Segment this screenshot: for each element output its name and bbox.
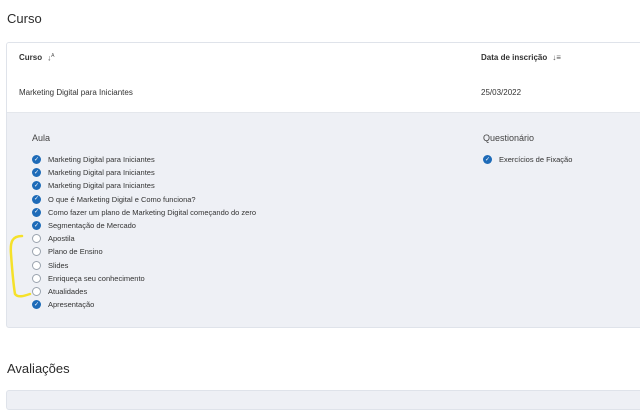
lesson-label: Atualidades: [48, 286, 88, 296]
check-circle-icon: ✓: [32, 181, 41, 191]
lesson-label: O que é Marketing Digital e Como funcion…: [48, 194, 196, 204]
table-header: Curso ↓A Data de inscrição ↓≡: [7, 43, 640, 74]
list-item[interactable]: ✓ Apresentação: [32, 298, 452, 311]
course-name-cell: Marketing Digital para Iniciantes: [19, 88, 133, 97]
check-circle-icon: ✓: [32, 194, 41, 204]
check-circle-icon: ✓: [483, 155, 492, 165]
list-item[interactable]: Enriqueça seu conhecimento: [32, 272, 452, 285]
list-item[interactable]: ✓ Marketing Digital para Iniciantes: [32, 153, 452, 166]
table-row[interactable]: Marketing Digital para Iniciantes 25/03/…: [7, 73, 640, 113]
lesson-label: Segmentação de Mercado: [48, 221, 136, 231]
list-item[interactable]: Atualidades: [32, 285, 452, 298]
list-item[interactable]: ✓ Marketing Digital para Iniciantes: [32, 179, 452, 192]
lesson-label: Marketing Digital para Iniciantes: [48, 155, 155, 165]
sort-ascending-icon[interactable]: ↓A: [47, 53, 54, 63]
lesson-label: Slides: [48, 260, 69, 270]
check-circle-icon: ✓: [32, 168, 41, 178]
quiz-header: Questionário: [483, 133, 535, 143]
list-item[interactable]: ✓ Exercícios de Fixação: [483, 153, 633, 166]
quiz-label: Exercícios de Fixação: [499, 155, 573, 165]
ratings-card: [6, 390, 640, 410]
lessons-header: Aula: [32, 133, 51, 143]
check-circle-icon: ✓: [32, 221, 41, 231]
date-column-header[interactable]: Data de inscrição ↓≡: [481, 53, 561, 62]
date-column-label: Data de inscrição: [481, 53, 548, 62]
lesson-list: ✓ Marketing Digital para Iniciantes ✓ Marke…: [32, 153, 452, 311]
check-circle-icon: ✓: [32, 207, 41, 217]
lesson-label: Apostila: [48, 234, 75, 244]
lesson-label: Plano de Ensino: [48, 247, 103, 257]
lesson-label: Marketing Digital para Iniciantes: [48, 168, 155, 178]
course-column-header[interactable]: Curso ↓A: [19, 53, 54, 63]
list-item[interactable]: Plano de Ensino: [32, 245, 452, 258]
yellow-bracket-annotation: [9, 234, 32, 298]
quiz-list: ✓ Exercícios de Fixação: [483, 153, 633, 166]
course-section-title: Curso: [7, 11, 42, 26]
lesson-label: Enriqueça seu conhecimento: [48, 273, 145, 283]
list-item[interactable]: Slides: [32, 259, 452, 272]
sort-descending-icon[interactable]: ↓≡: [552, 53, 561, 62]
list-item[interactable]: Apostila: [32, 232, 452, 245]
check-circle-icon: ✓: [32, 155, 41, 165]
list-item[interactable]: ✓ Como fazer um plano de Marketing Digita…: [32, 206, 452, 219]
lesson-label: Apresentação: [48, 300, 95, 310]
list-item[interactable]: ✓ Segmentação de Mercado: [32, 219, 452, 232]
course-column-label: Curso: [19, 53, 43, 63]
course-card: Curso ↓A Data de inscrição ↓≡ Marketing …: [6, 42, 640, 328]
list-item[interactable]: ✓ O que é Marketing Digital e Como funcio…: [32, 193, 452, 206]
ratings-section-title: Avaliações: [7, 361, 70, 376]
lesson-label: Marketing Digital para Iniciantes: [48, 181, 155, 191]
lesson-label: Como fazer um plano de Marketing Digital…: [48, 207, 257, 217]
list-item[interactable]: ✓ Marketing Digital para Iniciantes: [32, 166, 452, 179]
enrollment-date-cell: 25/03/2022: [481, 88, 522, 97]
